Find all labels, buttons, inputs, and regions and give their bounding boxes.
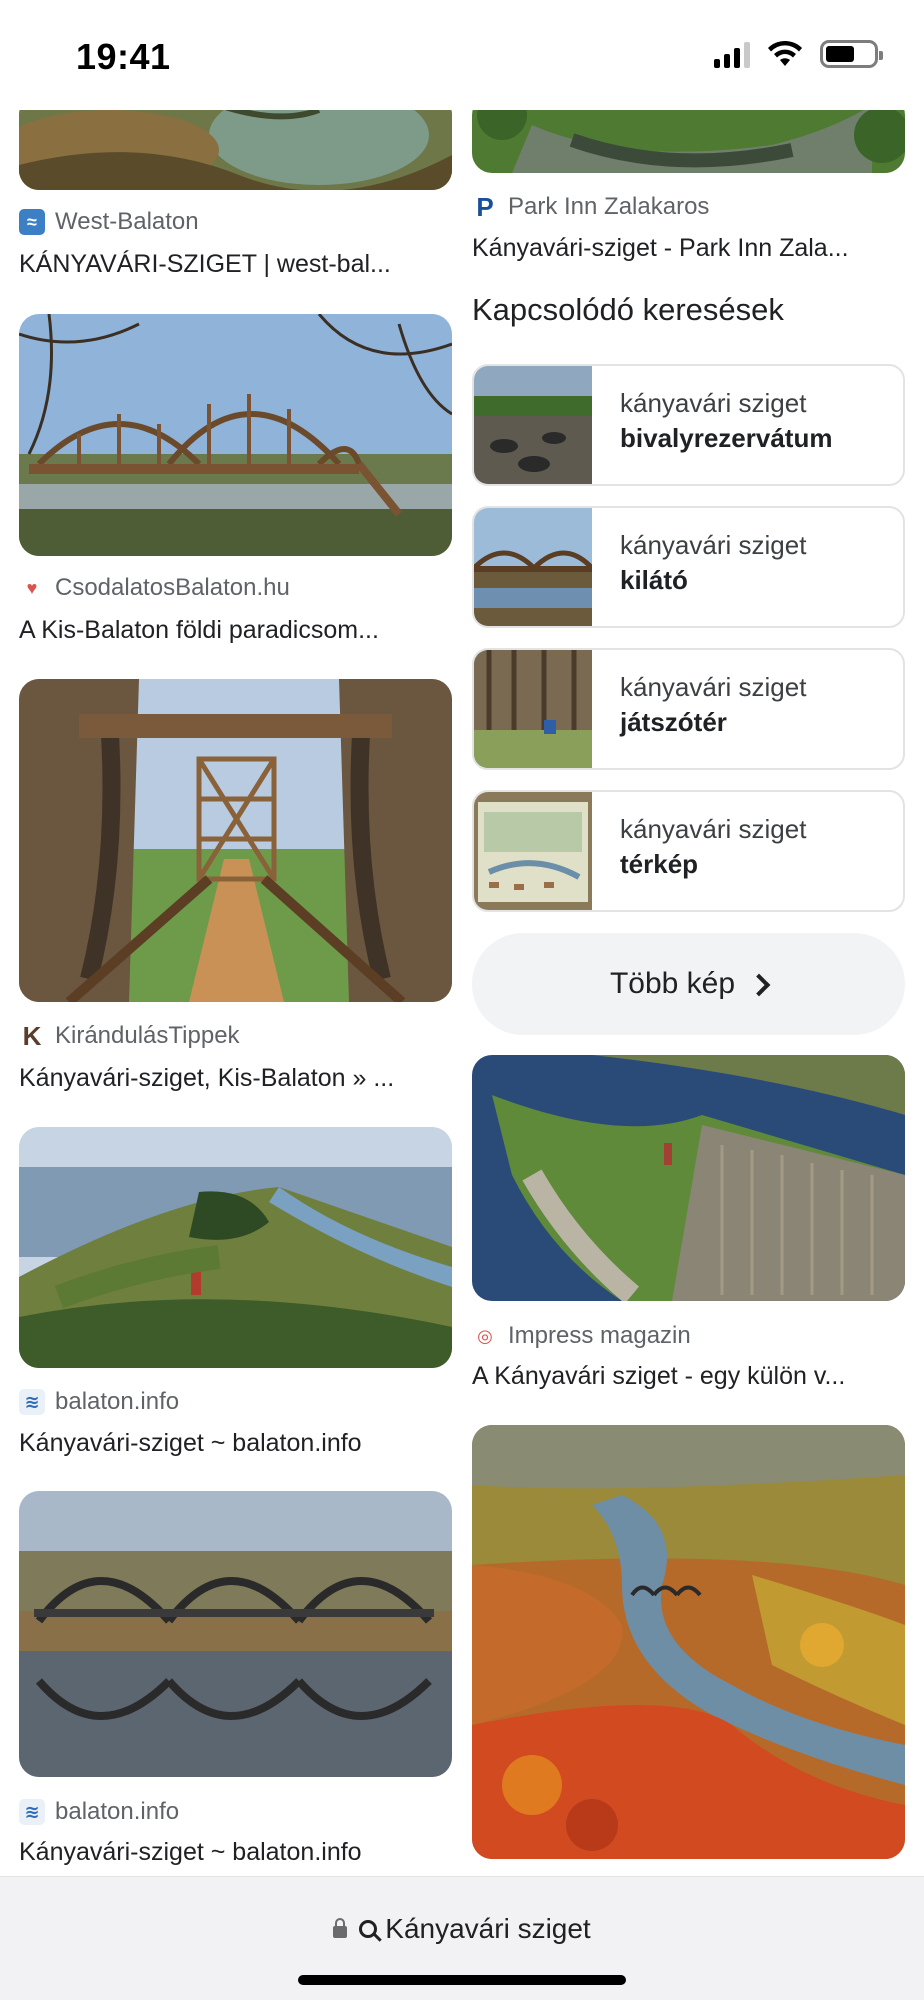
related-search-card[interactable]: kányavári sziget játszótér: [472, 648, 905, 770]
impress-magazin-logo-icon: ◎: [477, 1325, 493, 1346]
result-source[interactable]: P Park Inn Zalakaros: [472, 191, 710, 222]
result-caption[interactable]: A Kis-Balaton földi paradicsom...: [19, 616, 452, 645]
result-source[interactable]: ◎ Impress magazin: [472, 1322, 691, 1350]
result-image[interactable]: [19, 314, 452, 556]
related-search-card[interactable]: kányavári sziget kilátó: [472, 506, 905, 628]
balaton-info-logo-icon: ≋: [19, 1389, 45, 1415]
lock-icon: [333, 1918, 348, 1938]
related-query-term: kilátó: [620, 565, 688, 595]
result-source[interactable]: K KirándulásTippek: [19, 1020, 240, 1051]
related-query-term: térkép: [620, 849, 699, 879]
west-balaton-logo-icon: ≈: [19, 209, 45, 235]
related-query-prefix: kányavári sziget: [620, 530, 807, 560]
more-images-label: Több kép: [609, 967, 736, 1000]
related-query-prefix: kányavári sziget: [620, 814, 807, 844]
related-query-term: játszótér: [620, 707, 727, 737]
source-name: Park Inn Zalakaros: [508, 193, 710, 220]
related-thumbnail: [474, 650, 592, 768]
related-searches-title: Kapcsolódó keresések: [472, 292, 784, 327]
result-image[interactable]: [19, 679, 452, 1002]
result-source[interactable]: ≋ balaton.info: [19, 1388, 179, 1416]
source-name: KirándulásTippek: [55, 1022, 240, 1049]
source-name: Impress magazin: [508, 1322, 691, 1349]
address-bar: Kányavári sziget: [0, 1876, 924, 2000]
result-source[interactable]: ≋ balaton.info: [19, 1798, 179, 1826]
result-image[interactable]: [19, 1491, 452, 1777]
source-name: balaton.info: [55, 1798, 180, 1825]
result-caption[interactable]: Kányavári-sziget - Park Inn Zala...: [472, 234, 905, 263]
result-caption[interactable]: KÁNYAVÁRI-SZIGET | west-bal...: [19, 250, 452, 279]
wifi-icon: [768, 40, 802, 66]
related-query-prefix: kányavári sziget: [620, 672, 807, 702]
related-search-card[interactable]: kányavári sziget bivalyrezervátum: [472, 364, 905, 486]
kirandulastippek-logo-icon: K: [22, 1020, 42, 1051]
result-source[interactable]: ♥ CsodalatosBalaton.hu: [19, 574, 290, 602]
balaton-info-logo-icon: ≋: [19, 1799, 45, 1825]
result-image[interactable]: [472, 1425, 905, 1859]
source-name: CsodalatosBalaton.hu: [55, 574, 290, 601]
result-caption[interactable]: Kányavári-sziget ~ balaton.info: [19, 1838, 452, 1867]
park-inn-logo-icon: P: [476, 191, 494, 222]
more-images-button[interactable]: Több kép: [472, 933, 905, 1035]
result-caption[interactable]: Kányavári-sziget, Kis-Balaton » ...: [19, 1064, 452, 1093]
source-name: balaton.info: [55, 1388, 180, 1415]
related-thumbnail: [474, 792, 592, 910]
battery-icon: [820, 40, 883, 68]
result-image[interactable]: [19, 1127, 452, 1368]
related-thumbnail: [474, 508, 594, 626]
signal-icon: [714, 40, 750, 68]
result-source[interactable]: ≈ West-Balaton: [19, 208, 199, 236]
source-name: West-Balaton: [55, 208, 199, 235]
status-icons: [714, 40, 883, 68]
related-thumbnail: [474, 366, 592, 484]
status-time: 19:41: [76, 36, 171, 77]
url-text: Kányavári sziget: [385, 1913, 591, 1944]
search-icon: [359, 1920, 378, 1938]
related-search-card[interactable]: kányavári sziget térkép: [472, 790, 905, 912]
result-caption[interactable]: A Kányavári sziget - egy külön v...: [472, 1362, 905, 1391]
csodalatos-balaton-logo-icon: ♥: [26, 577, 38, 598]
related-query-term: bivalyrezervátum: [620, 423, 833, 453]
result-image[interactable]: [472, 1055, 905, 1301]
home-indicator[interactable]: [298, 1975, 626, 1985]
url-field[interactable]: Kányavári sziget: [0, 1913, 924, 1945]
status-bar: 19:41: [0, 0, 924, 110]
result-caption[interactable]: Kányavári-sziget ~ balaton.info: [19, 1429, 452, 1458]
chevron-right-icon: [747, 973, 771, 997]
related-query-prefix: kányavári sziget: [620, 388, 807, 418]
